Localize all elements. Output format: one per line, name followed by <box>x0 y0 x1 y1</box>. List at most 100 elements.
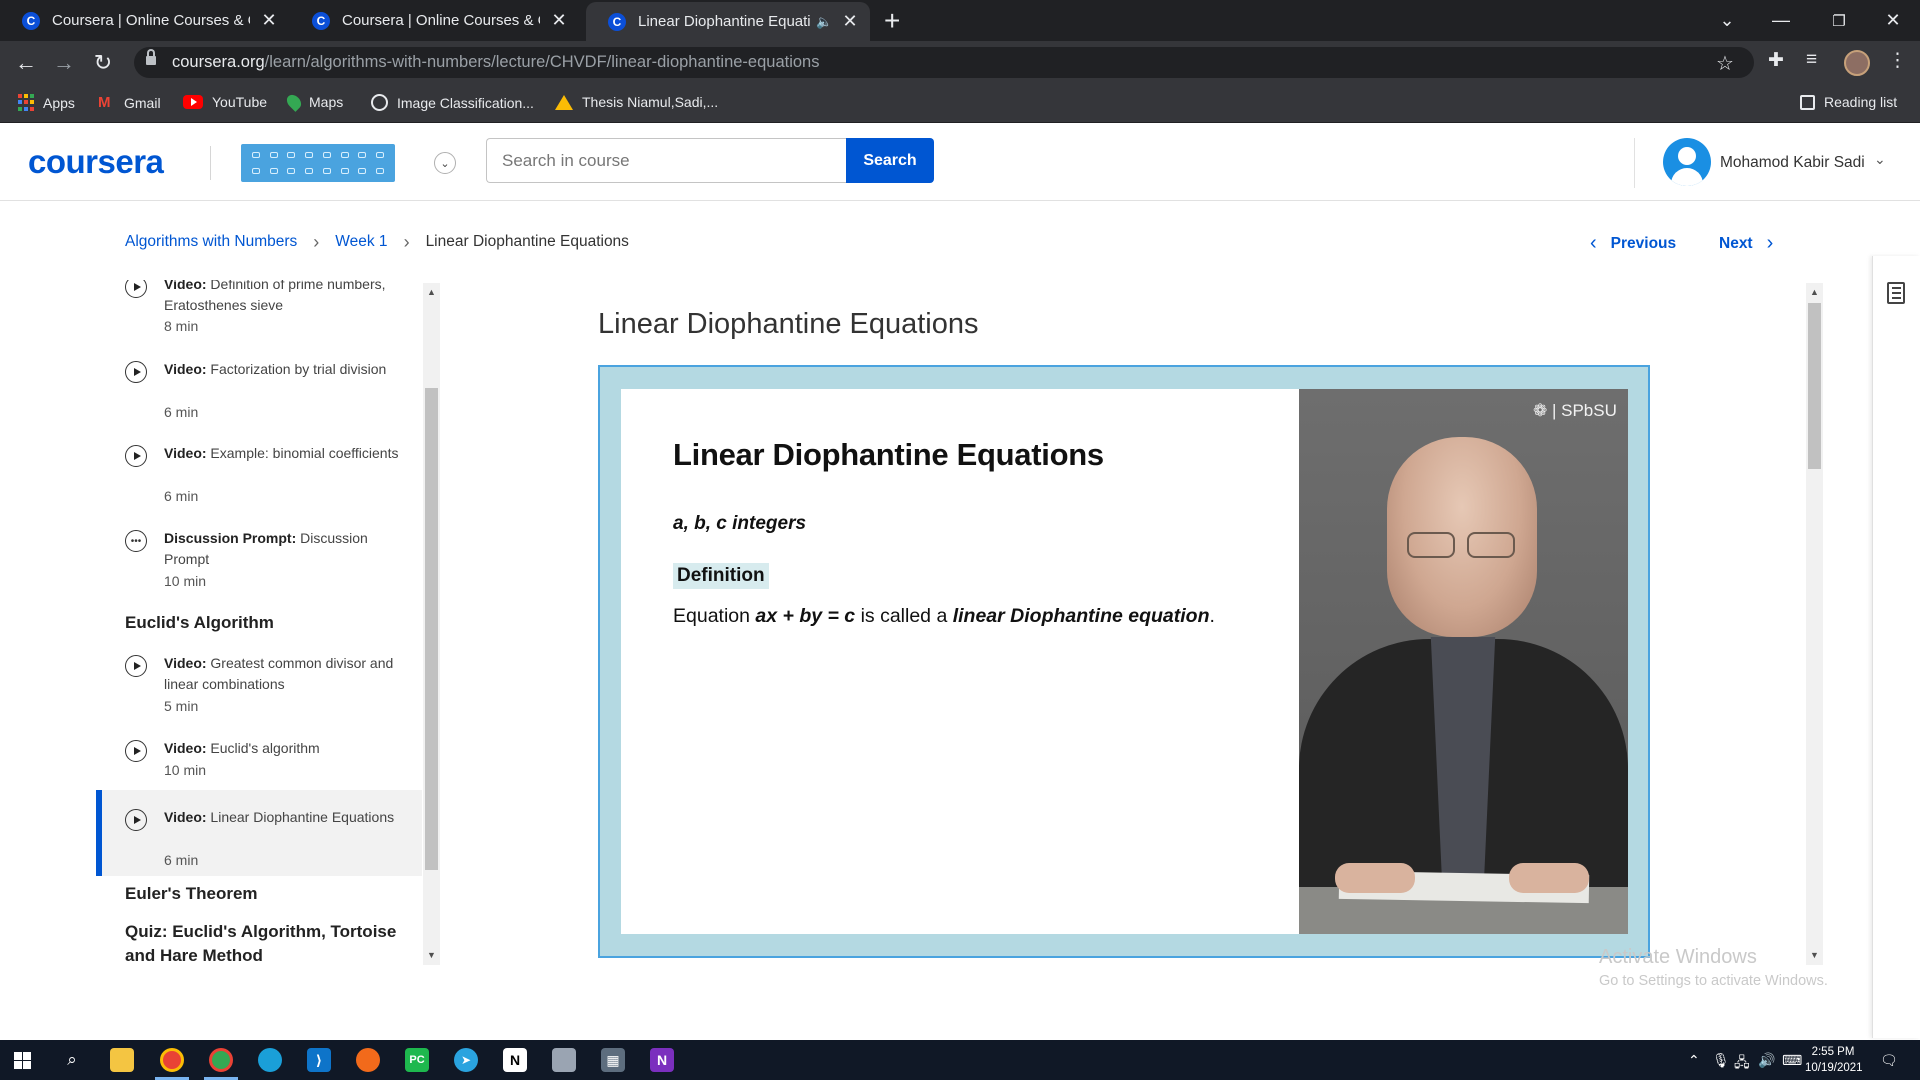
browser-tab-2[interactable]: C Coursera | Online Courses & Credential… <box>290 0 580 41</box>
list-item[interactable]: Video: Euclid's algorithm 10 min <box>96 737 422 797</box>
scroll-up-arrow-icon[interactable]: ▲ <box>427 287 436 297</box>
bookmark-apps[interactable]: Apps <box>18 94 75 111</box>
forward-arrow-icon[interactable]: → <box>50 49 78 77</box>
coursera-favicon-icon: C <box>22 11 40 30</box>
section-heading[interactable]: Euler's Theorem <box>125 882 405 906</box>
university-partner-logo[interactable] <box>241 144 395 182</box>
bookmark-youtube[interactable]: YouTube <box>183 94 267 110</box>
app-icon[interactable] <box>552 1048 576 1072</box>
scroll-down-arrow-icon[interactable]: ▼ <box>427 950 436 960</box>
close-window-icon[interactable]: ✕ <box>1864 0 1920 41</box>
speaker-audio-icon[interactable]: 🔈 <box>816 14 832 30</box>
breadcrumb-course-link[interactable]: Algorithms with Numbers <box>125 233 297 251</box>
browser-toolbar: ← → ↻ coursera.org/learn/algorithms-with… <box>0 41 1920 84</box>
scrollbar-thumb[interactable] <box>425 388 438 870</box>
new-tab-plus-icon[interactable]: + <box>884 5 900 37</box>
scroll-up-arrow-icon[interactable]: ▲ <box>1810 287 1819 297</box>
browser-menu-kebab-icon[interactable]: ⋮ <box>1888 49 1907 72</box>
list-item[interactable]: Video: Greatest common divisor and linea… <box>96 652 422 722</box>
breadcrumb-week-link[interactable]: Week 1 <box>335 233 387 251</box>
back-arrow-icon[interactable]: ← <box>12 49 40 77</box>
bookmark-maps[interactable]: Maps <box>284 92 343 112</box>
network-icon[interactable]: 🖧 <box>1734 1052 1750 1076</box>
video-player[interactable]: Linear Diophantine Equations a, b, c int… <box>598 365 1650 958</box>
slide-equation-text: Equation ax + by = c is called a linear … <box>673 605 1215 627</box>
section-heading[interactable]: Quiz: Euclid's Algorithm, Tortoise and H… <box>125 920 405 966</box>
vscode-icon[interactable]: ⟩ <box>307 1048 331 1072</box>
chevron-down-icon[interactable]: ⌄ <box>1874 151 1886 168</box>
browser-tab-1[interactable]: C Coursera | Online Courses & Credential… <box>0 0 290 41</box>
reading-list-icon <box>1800 94 1815 110</box>
youtube-icon <box>183 95 203 109</box>
windows-start-icon[interactable] <box>14 1052 31 1069</box>
bookmark-image-classification[interactable]: Image Classification... <box>371 94 534 111</box>
calculator-icon[interactable]: ▦ <box>601 1048 625 1072</box>
apps-grid-icon <box>18 94 34 111</box>
chevron-left-icon: ‹ <box>1590 232 1597 254</box>
discussion-bubble-icon: ••• <box>125 530 147 552</box>
onenote-icon[interactable]: N <box>650 1048 674 1072</box>
spbsu-logo: ❁ | SPbSU <box>1533 401 1617 420</box>
user-avatar[interactable] <box>1663 138 1711 186</box>
chevron-right-icon: › <box>313 231 320 252</box>
minimize-window-icon[interactable]: — <box>1752 0 1810 41</box>
telegram-icon[interactable]: ➤ <box>454 1048 478 1072</box>
file-explorer-icon[interactable] <box>110 1048 134 1072</box>
bookmark-thesis[interactable]: Thesis Niamul,Sadi,... <box>555 94 718 110</box>
list-item[interactable]: Video: Example: binomial coefficients 6 … <box>96 442 422 512</box>
header-divider <box>210 146 211 180</box>
url-text[interactable]: coursera.org/learn/algorithms-with-numbe… <box>172 53 819 72</box>
browser-tab-bar: C Coursera | Online Courses & Credential… <box>0 0 1920 41</box>
notification-center-icon[interactable]: 🗨 <box>1880 1052 1898 1069</box>
volume-icon[interactable]: 🔊 <box>1758 1052 1775 1069</box>
search-button[interactable]: Search <box>846 138 934 183</box>
bookmark-star-icon[interactable]: ☆ <box>1716 51 1734 76</box>
browser-profile-avatar[interactable] <box>1844 50 1870 76</box>
bookmark-gmail[interactable]: M Gmail <box>98 94 161 111</box>
chrome-icon[interactable] <box>160 1048 184 1072</box>
drive-icon <box>555 94 573 110</box>
coursera-favicon-icon: C <box>312 11 330 30</box>
edge-icon[interactable] <box>258 1048 282 1072</box>
close-tab-icon[interactable]: ✕ <box>550 10 568 31</box>
reload-icon[interactable]: ↻ <box>89 49 117 77</box>
lock-icon[interactable] <box>146 49 156 66</box>
taskbar-clock[interactable]: 2:55 PM 10/19/2021 <box>1805 1044 1863 1076</box>
restore-window-icon[interactable]: ❐ <box>1810 0 1868 41</box>
search-input[interactable] <box>486 138 847 183</box>
close-tab-icon[interactable]: ✕ <box>842 11 858 32</box>
browser-tab-active[interactable]: C Linear Diophantine Equations 🔈 ✕ <box>586 2 870 41</box>
extensions-puzzle-icon[interactable]: ✚ <box>1768 49 1784 72</box>
pycharm-icon[interactable]: PC <box>405 1048 429 1072</box>
list-item-active[interactable]: Video: Linear Diophantine Equations 6 mi… <box>96 790 422 876</box>
scrollbar-thumb[interactable] <box>1808 303 1821 469</box>
notion-icon[interactable]: N <box>503 1048 527 1072</box>
breadcrumb: Algorithms with Numbers › Week 1 › Linea… <box>125 232 629 252</box>
chevron-down-icon[interactable]: ⌄ <box>434 152 456 174</box>
list-item[interactable]: ••• Discussion Prompt: Discussion Prompt… <box>96 527 422 597</box>
sidebar-scrollbar[interactable]: ▲ ▼ <box>423 283 440 965</box>
reading-list-button[interactable]: Reading list <box>1800 94 1897 110</box>
user-name[interactable]: Mohamod Kabir Sadi <box>1720 154 1865 172</box>
notes-icon[interactable] <box>1887 282 1905 304</box>
list-item[interactable]: Video: Definition of prime numbers, Erat… <box>96 280 422 334</box>
content-scrollbar[interactable]: ▲ ▼ <box>1806 283 1823 965</box>
close-tab-icon[interactable]: ✕ <box>260 10 278 31</box>
address-bar[interactable]: coursera.org/learn/algorithms-with-numbe… <box>134 47 1754 78</box>
coursera-logo[interactable]: coursera <box>28 143 164 181</box>
section-heading[interactable]: Euclid's Algorithm <box>125 611 405 635</box>
show-hidden-icons-chevron-icon[interactable]: ⌃ <box>1688 1052 1700 1069</box>
previous-button[interactable]: ‹ Previous <box>1590 232 1676 255</box>
firefox-icon[interactable] <box>356 1048 380 1072</box>
bookmarks-bar: Apps M Gmail YouTube Maps Image Classifi… <box>0 84 1920 123</box>
media-queue-icon[interactable]: ≡ <box>1806 49 1817 71</box>
tab-search-chevron-icon[interactable]: ⌄ <box>1698 0 1756 41</box>
globe-icon <box>371 94 388 111</box>
search-icon[interactable]: ⌕ <box>60 1048 84 1072</box>
microphone-icon[interactable]: 🎙 <box>1712 1052 1730 1069</box>
next-button[interactable]: Next › <box>1719 232 1773 255</box>
list-item[interactable]: Video: Factorization by trial division 6… <box>96 358 422 428</box>
chrome-icon[interactable] <box>209 1048 233 1072</box>
university-crest-icon: ❁ <box>1533 401 1548 420</box>
keyboard-language-icon[interactable]: ⌨ <box>1782 1052 1802 1069</box>
